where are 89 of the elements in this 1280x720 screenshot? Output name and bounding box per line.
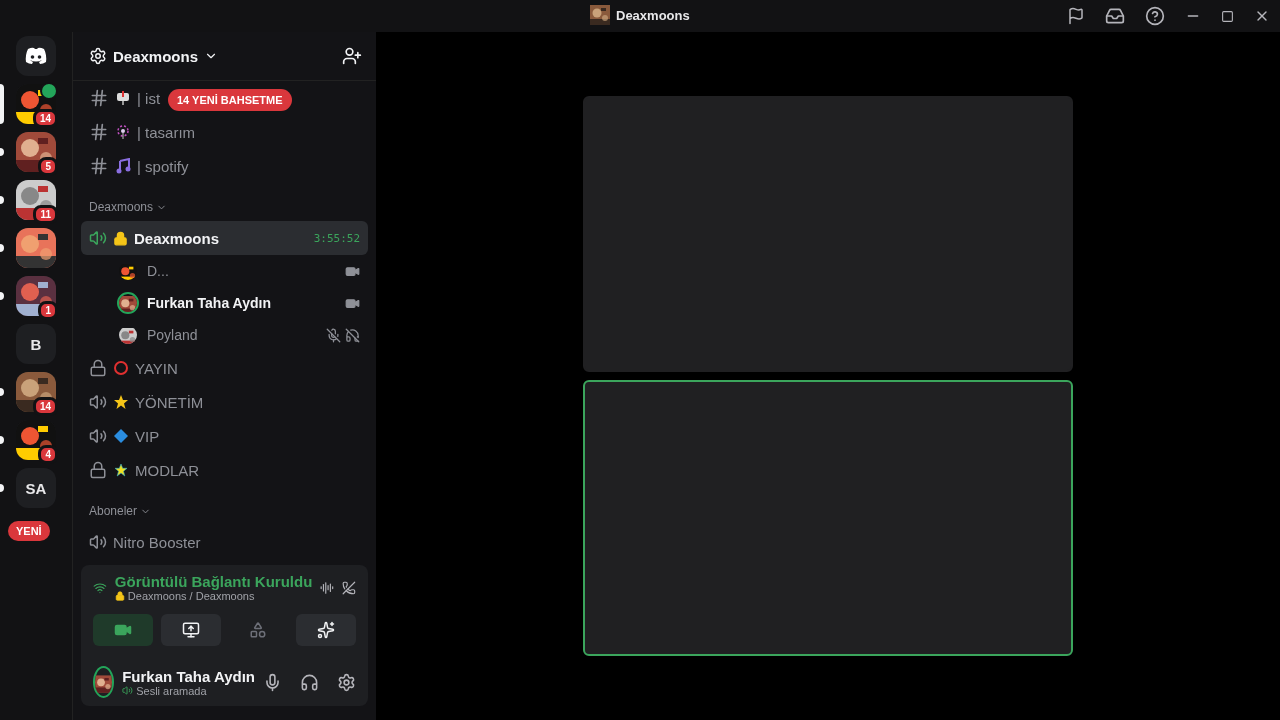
voice-member[interactable]: D... <box>81 255 368 287</box>
mention-badge: 14 <box>32 109 58 128</box>
channel-name: | ist <box>137 89 161 107</box>
unread-indicator <box>0 244 4 252</box>
category-header[interactable]: Deaxmoons <box>81 197 368 217</box>
channel-name: MODLAR <box>135 461 200 479</box>
channel-name: | spotify <box>137 157 189 175</box>
screen-share-icon <box>181 621 200 639</box>
channel-location[interactable]: Deaxmoons / Deaxmoons <box>127 590 255 602</box>
category-header[interactable]: Aboneler <box>81 501 368 521</box>
maximize-icon[interactable] <box>1221 9 1234 23</box>
inbox-icon[interactable] <box>1105 6 1125 26</box>
help-icon[interactable] <box>1145 6 1165 26</box>
headphones-icon[interactable] <box>300 672 319 692</box>
member-name: Furkan Taha Aydın <box>147 295 271 311</box>
new-unread-pill[interactable]: YENİ <box>8 521 50 541</box>
lock-icon <box>114 591 125 601</box>
hash-icon <box>89 122 109 142</box>
user-status: Sesli aramada <box>136 684 207 697</box>
voice-channel-item[interactable]: Deaxmoons 3:55:52 <box>81 221 368 255</box>
member-name: D... <box>147 263 169 279</box>
voice-member[interactable]: Furkan Taha Aydın <box>81 287 368 319</box>
mention-badge: 4 <box>38 445 58 464</box>
mailbox-icon <box>115 90 131 106</box>
unread-indicator <box>0 148 4 156</box>
channel-name: YÖNETİM <box>135 393 204 411</box>
server-icon[interactable]: B <box>16 324 56 364</box>
ring-icon <box>113 360 129 376</box>
channel-name: VIP <box>135 427 160 445</box>
headphones-off-icon <box>345 327 360 343</box>
shapes-icon <box>249 621 268 639</box>
speaker-icon <box>89 533 107 551</box>
speaker-icon <box>89 229 107 247</box>
lock-icon <box>113 230 128 246</box>
server-header[interactable]: Deaxmoons <box>73 32 376 81</box>
speaker-icon <box>122 685 134 696</box>
channel-name: YAYIN <box>135 359 178 377</box>
channel-item[interactable]: | spotify <box>81 149 197 183</box>
voice-channel-item[interactable]: YÖNETİM <box>81 385 368 419</box>
voice-member[interactable]: Poyland <box>81 319 368 351</box>
voice-channel-item[interactable]: VIP <box>81 419 368 453</box>
speaker-icon <box>89 393 107 411</box>
camera-button[interactable] <box>93 614 153 646</box>
channel-name: | tasarım <box>137 123 196 141</box>
screen-share-button[interactable] <box>160 614 221 646</box>
mention-pill[interactable]: 14 YENİ BAHSETME <box>168 89 292 111</box>
settings-icon[interactable] <box>337 672 356 692</box>
soundboard-button[interactable] <box>296 614 356 646</box>
connection-status[interactable]: Görüntülü Bağlantı Kuruldu <box>114 573 313 590</box>
channel-item[interactable]: MODLAR <box>81 453 368 487</box>
speaker-icon <box>89 427 107 445</box>
unread-indicator <box>0 196 4 204</box>
mention-badge: 11 <box>33 205 58 224</box>
server-icon[interactable]: SA <box>16 468 56 508</box>
mention-badge: 14 <box>32 397 58 416</box>
voice-channel-item[interactable]: Nitro Booster <box>81 525 368 559</box>
selected-indicator <box>0 84 4 124</box>
unread-indicator <box>0 388 4 396</box>
music-note-icon <box>115 158 131 174</box>
lock-icon <box>89 461 107 479</box>
member-name: Poyland <box>147 327 198 343</box>
category-name: Aboneler <box>89 504 138 518</box>
lock-icon <box>89 359 107 377</box>
channel-item[interactable]: | tasarım <box>81 115 204 149</box>
sparkles-icon <box>317 621 336 639</box>
discord-home-icon[interactable] <box>16 36 56 76</box>
glowing-star-icon <box>113 462 129 478</box>
invite-icon[interactable] <box>342 46 362 66</box>
mic-icon[interactable] <box>263 672 282 692</box>
server-name: Deaxmoons <box>113 47 199 65</box>
sparkler-icon <box>115 124 131 140</box>
channel-item[interactable]: YAYIN <box>81 351 368 385</box>
channel-name: Nitro Booster <box>113 533 201 551</box>
unread-indicator <box>0 484 4 492</box>
channel-item[interactable]: | ist <box>81 81 169 115</box>
channel-name: Deaxmoons <box>134 229 220 247</box>
hash-icon <box>89 88 109 108</box>
unread-indicator <box>0 436 4 444</box>
star-icon <box>113 394 129 410</box>
flag-icon[interactable] <box>1067 7 1085 25</box>
category-name: Deaxmoons <box>89 200 154 214</box>
mention-badge: 5 <box>38 157 58 176</box>
call-timer: 3:55:52 <box>313 231 360 245</box>
diamond-icon <box>113 428 129 444</box>
unread-indicator <box>0 292 4 300</box>
user-name: Furkan Taha Aydın <box>122 667 255 685</box>
mention-badge: 1 <box>38 301 58 320</box>
window-title: Deaxmoons <box>616 7 690 23</box>
hash-icon <box>89 156 109 176</box>
